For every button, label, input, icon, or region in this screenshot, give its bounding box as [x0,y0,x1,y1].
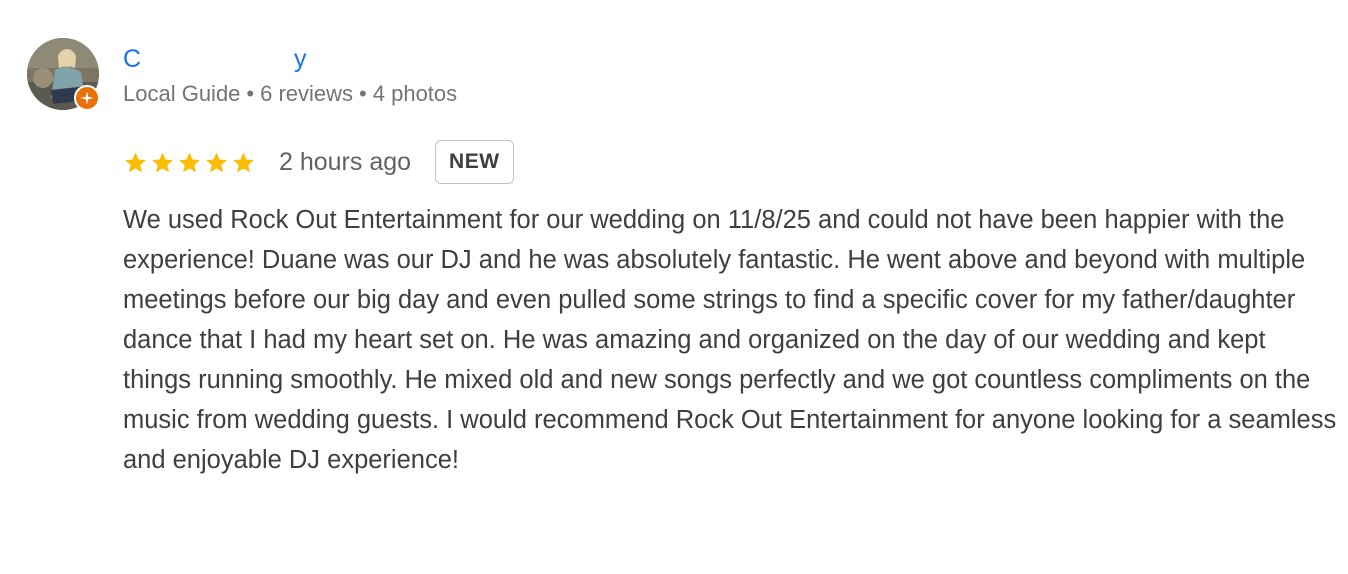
photo-count: 4 photos [372,81,458,106]
star-icon [125,152,146,172]
name-redaction [146,40,296,80]
meta-separator: • [359,81,367,106]
reviewer-name-tail[interactable]: y [294,44,307,74]
reviewer-meta: Local Guide • 6 reviews • 4 photos [123,80,457,108]
star-rating [123,150,256,175]
meta-separator: • [246,81,255,106]
star-icon [233,152,254,172]
rating-row: 2 hours ago NEW [123,140,514,184]
reviewer-avatar[interactable] [27,38,100,111]
star-icon [206,152,227,172]
review-text: We used Rock Out Entertainment for our w… [123,206,1337,474]
new-badge: NEW [435,140,514,184]
star-icon [179,152,200,172]
local-guide-label: Local Guide [123,81,241,106]
review-count: 6 reviews [260,81,354,106]
review-time: 2 hours ago [279,148,412,176]
local-guide-star-icon [74,85,100,111]
star-icon [152,152,173,172]
reviewer-name[interactable]: C [123,44,141,74]
